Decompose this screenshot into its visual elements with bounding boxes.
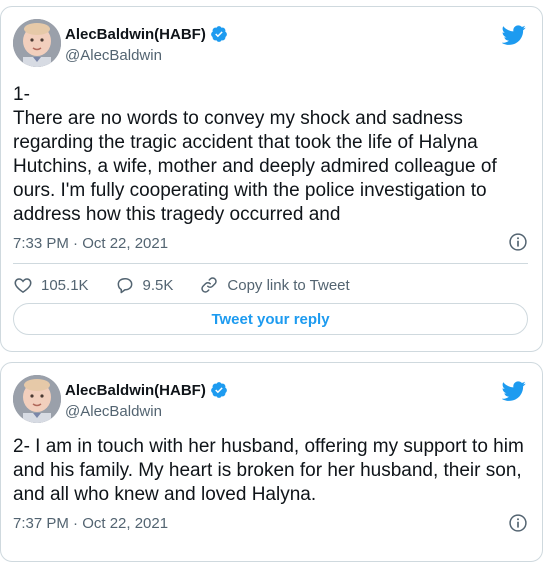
copy-link-label: Copy link to Tweet (227, 276, 350, 294)
divider (13, 263, 528, 264)
heart-icon (14, 278, 32, 293)
tweet-text: 1- There are no words to convey my shock… (13, 84, 497, 225)
tweet-card[interactable]: AlecBaldwin(HABF) @AlecBaldwin 1- There … (0, 6, 543, 352)
tweet-timestamp[interactable]: 7:37 PM · Oct 22, 2021 (13, 515, 168, 532)
tweet-text: 2- I am in touch with her husband, offer… (13, 436, 524, 505)
twitter-bird-icon[interactable] (502, 379, 526, 403)
avatar[interactable] (13, 375, 61, 423)
reply-count: 9.5K (142, 276, 174, 294)
author-handle[interactable]: @AlecBaldwin (65, 403, 162, 420)
link-icon (201, 277, 218, 293)
reply-count-button[interactable]: 9.5K (115, 275, 174, 295)
verified-badge-icon (210, 382, 227, 398)
like-button[interactable]: 105.1K (13, 275, 89, 295)
info-icon[interactable] (508, 513, 528, 533)
like-count: 105.1K (41, 276, 89, 294)
verified-badge-icon (210, 26, 227, 42)
author-display-name[interactable]: AlecBaldwin(HABF) (65, 382, 206, 399)
speech-bubble-icon (117, 278, 132, 294)
copy-link-button[interactable]: Copy link to Tweet (199, 275, 350, 295)
avatar-image (13, 375, 61, 423)
tweet-your-reply-button[interactable]: Tweet your reply (13, 303, 528, 335)
tweet-timestamp[interactable]: 7:33 PM · Oct 22, 2021 (13, 235, 168, 252)
avatar[interactable] (13, 19, 61, 67)
avatar-image (13, 19, 61, 67)
tweet-card[interactable]: AlecBaldwin(HABF) @AlecBaldwin 2- I am i… (0, 362, 543, 562)
twitter-bird-icon[interactable] (502, 23, 526, 47)
tweet-actions: 105.1K 9.5K Copy link to Tweet (13, 275, 376, 295)
info-icon[interactable] (508, 232, 528, 252)
author-display-name[interactable]: AlecBaldwin(HABF) (65, 26, 206, 43)
author-handle[interactable]: @AlecBaldwin (65, 47, 162, 64)
